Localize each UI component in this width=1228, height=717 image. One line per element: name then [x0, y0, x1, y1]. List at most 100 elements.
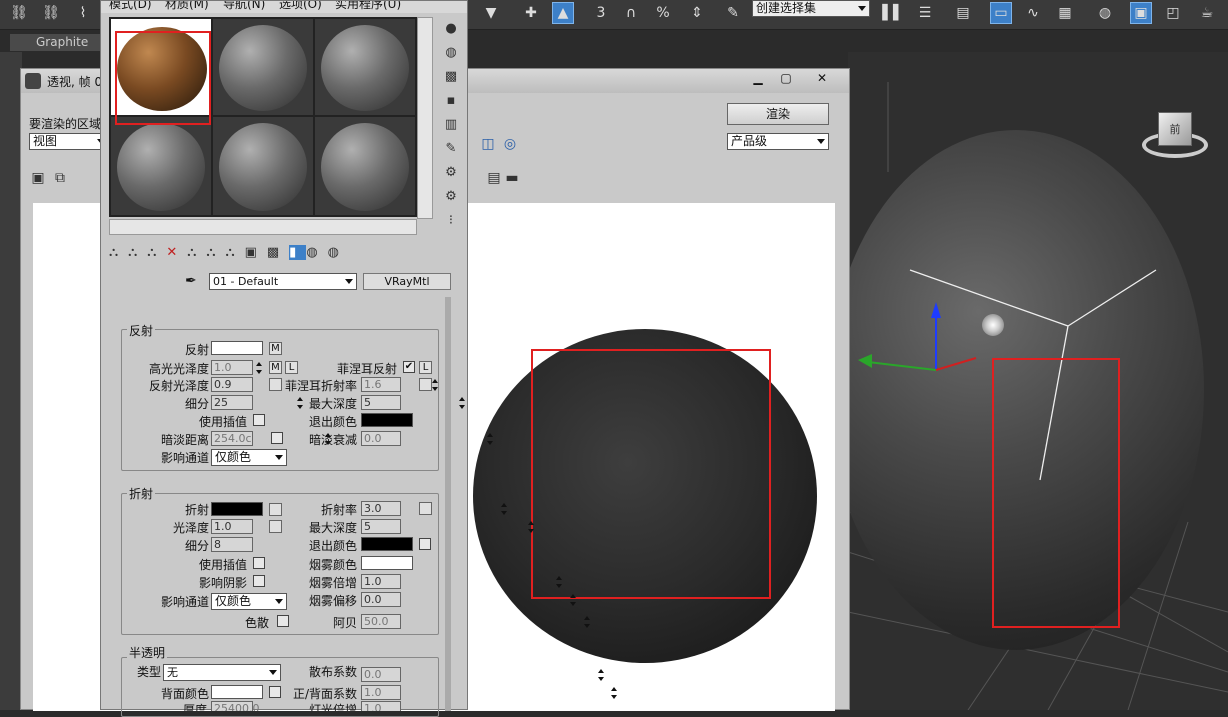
unique-icon[interactable]: ⛬	[206, 245, 225, 260]
minimize-button[interactable]: ▁	[747, 71, 769, 89]
percent-snap-icon[interactable]: %	[652, 2, 674, 24]
refr-max-depth-spinner[interactable]	[526, 519, 536, 535]
refl-exit-color-swatch[interactable]	[361, 413, 413, 427]
refr-max-depth-field[interactable]: 5	[361, 519, 401, 534]
sample-slot-4[interactable]	[111, 117, 211, 215]
render-setup-icon[interactable]: ▣	[1130, 2, 1152, 24]
slot-vscroll[interactable]	[417, 17, 433, 219]
viewcube[interactable]: 前	[1138, 110, 1210, 162]
area-dropdown[interactable]: 视图	[29, 133, 109, 150]
hilight-lock-button[interactable]: L	[285, 361, 298, 374]
copy-image-icon[interactable]: ⧉	[49, 167, 71, 189]
fog-color-swatch[interactable]	[361, 556, 413, 570]
abbe-field[interactable]: 50.0	[361, 614, 401, 629]
viewcube-box[interactable]: 前	[1158, 112, 1192, 146]
sample-slot-2[interactable]	[213, 19, 313, 115]
refl-affect-channels-dropdown[interactable]: 仅颜色	[211, 449, 287, 466]
fresnel-checkbox[interactable]: ✔	[403, 361, 415, 373]
dim-dist-checkbox[interactable]	[271, 432, 283, 444]
layer-icon[interactable]: ▤	[952, 2, 974, 24]
snap-3-icon[interactable]: 3	[590, 2, 612, 24]
render-teapot-icon[interactable]: ☕	[1196, 2, 1218, 24]
sample-slot-5[interactable]	[213, 117, 313, 215]
region-icon[interactable]: ◎	[499, 133, 521, 155]
fresnel-ior-field[interactable]: 1.6	[361, 377, 401, 392]
refl-gloss-field[interactable]: 0.9	[211, 377, 253, 392]
selection-set-dropdown[interactable]: 创建选择集	[752, 0, 870, 17]
ior-spinner[interactable]	[499, 501, 509, 517]
refract-map-button[interactable]	[269, 503, 282, 516]
link-icon[interactable]: ⛓	[8, 2, 30, 24]
refract-color-swatch[interactable]	[211, 502, 263, 516]
video-check-icon[interactable]: ▥	[437, 113, 465, 137]
menu-mode[interactable]: 模式(D)	[109, 1, 152, 12]
sample-slot-6[interactable]	[315, 117, 415, 215]
hilight-gloss-spinner[interactable]	[254, 360, 264, 376]
slot-hscroll[interactable]	[109, 219, 417, 235]
menu-navigation[interactable]: 导航(N)	[223, 1, 265, 12]
mono-display-icon[interactable]: ▬	[501, 167, 523, 189]
dim-falloff-spinner[interactable]	[485, 431, 495, 447]
fog-mult-spinner[interactable]	[554, 574, 564, 590]
affect-shadows-checkbox[interactable]	[253, 575, 265, 587]
render-frame-icon[interactable]: ◰	[1162, 2, 1184, 24]
align-icon[interactable]: ☰	[914, 2, 936, 24]
fb-coef-spinner[interactable]	[609, 685, 619, 701]
effects-icon[interactable]: ▣	[245, 245, 267, 260]
make-copy-icon[interactable]: ⛬	[187, 245, 206, 260]
menu-utilities[interactable]: 实用程序(U)	[335, 1, 401, 12]
fog-bias-field[interactable]: 0.0	[361, 592, 401, 607]
refr-exit-color-swatch[interactable]	[361, 537, 413, 551]
select-by-material-icon[interactable]: ⚙	[437, 185, 465, 209]
refr-affect-channels-dropdown[interactable]: 仅颜色	[211, 593, 287, 610]
fog-mult-field[interactable]: 1.0	[361, 574, 401, 589]
dim-falloff-field[interactable]: 0.0	[361, 431, 401, 446]
select-center-icon[interactable]: ▲	[552, 2, 574, 24]
material-editor-icon[interactable]: ◍	[1094, 2, 1116, 24]
assign-icon[interactable]: ⛬	[147, 245, 166, 260]
scatter-field[interactable]: 0.0	[361, 667, 401, 682]
show-end-icon[interactable]: ▮	[289, 245, 307, 260]
save-image-icon[interactable]: ▣	[27, 167, 49, 189]
back-color-checkbox[interactable]	[269, 686, 281, 698]
reset-icon[interactable]: ✕	[166, 245, 187, 260]
edit-named-icon[interactable]: ✎	[722, 2, 744, 24]
fresnel-lock-button[interactable]: L	[419, 361, 432, 374]
material-name-field[interactable]: 01 - Default	[209, 273, 357, 290]
unlink-icon[interactable]: ⛓	[40, 2, 62, 24]
trans-type-dropdown[interactable]: 无	[163, 664, 281, 681]
ior-field[interactable]: 3.0	[361, 501, 401, 516]
move-icon[interactable]: ✚	[520, 2, 542, 24]
lock-icon[interactable]: ◫	[477, 133, 499, 155]
preset-dropdown[interactable]: 产品级	[727, 133, 829, 150]
abbe-spinner[interactable]	[582, 614, 592, 630]
angle-snap-icon[interactable]: ∩	[620, 2, 642, 24]
material-type-button[interactable]: VRayMtl	[363, 273, 451, 290]
hilight-map-button[interactable]: M	[269, 361, 282, 374]
library-icon[interactable]: ⛬	[225, 245, 244, 260]
hilight-gloss-field[interactable]: 1.0	[211, 360, 253, 375]
reflect-color-swatch[interactable]	[211, 341, 263, 355]
schematic-icon[interactable]: ▦	[1054, 2, 1076, 24]
go-parent-icon[interactable]: ◍	[306, 245, 327, 260]
dispersion-checkbox[interactable]	[277, 615, 289, 627]
fresnel-ior-map-button[interactable]	[419, 378, 432, 391]
ior-map-button[interactable]	[419, 502, 432, 515]
left-viewport[interactable]	[0, 52, 22, 710]
sample-slot-3[interactable]	[315, 19, 415, 115]
mirror-tool-icon[interactable]: ▌▌	[882, 2, 904, 24]
refr-gloss-field[interactable]: 1.0	[211, 519, 253, 534]
go-sibling-icon[interactable]: ◍	[328, 245, 349, 260]
refl-subdivs-field[interactable]: 25	[211, 395, 253, 410]
ribbon-icon[interactable]: ▭	[990, 2, 1012, 24]
backlight-icon[interactable]: ◍	[437, 41, 465, 65]
perspective-viewport[interactable]: 前	[848, 52, 1228, 710]
back-color-swatch[interactable]	[211, 685, 263, 699]
refr-gloss-map-button[interactable]	[269, 520, 282, 533]
refl-use-interp-checkbox[interactable]	[253, 414, 265, 426]
spinner-snap-icon[interactable]: ⇕	[686, 2, 708, 24]
uv-tiling-icon[interactable]: ▪	[437, 89, 465, 113]
bind-icon[interactable]: ⌇	[72, 2, 94, 24]
refl-max-depth-field[interactable]: 5	[361, 395, 401, 410]
menu-options[interactable]: 选项(O)	[279, 1, 322, 12]
